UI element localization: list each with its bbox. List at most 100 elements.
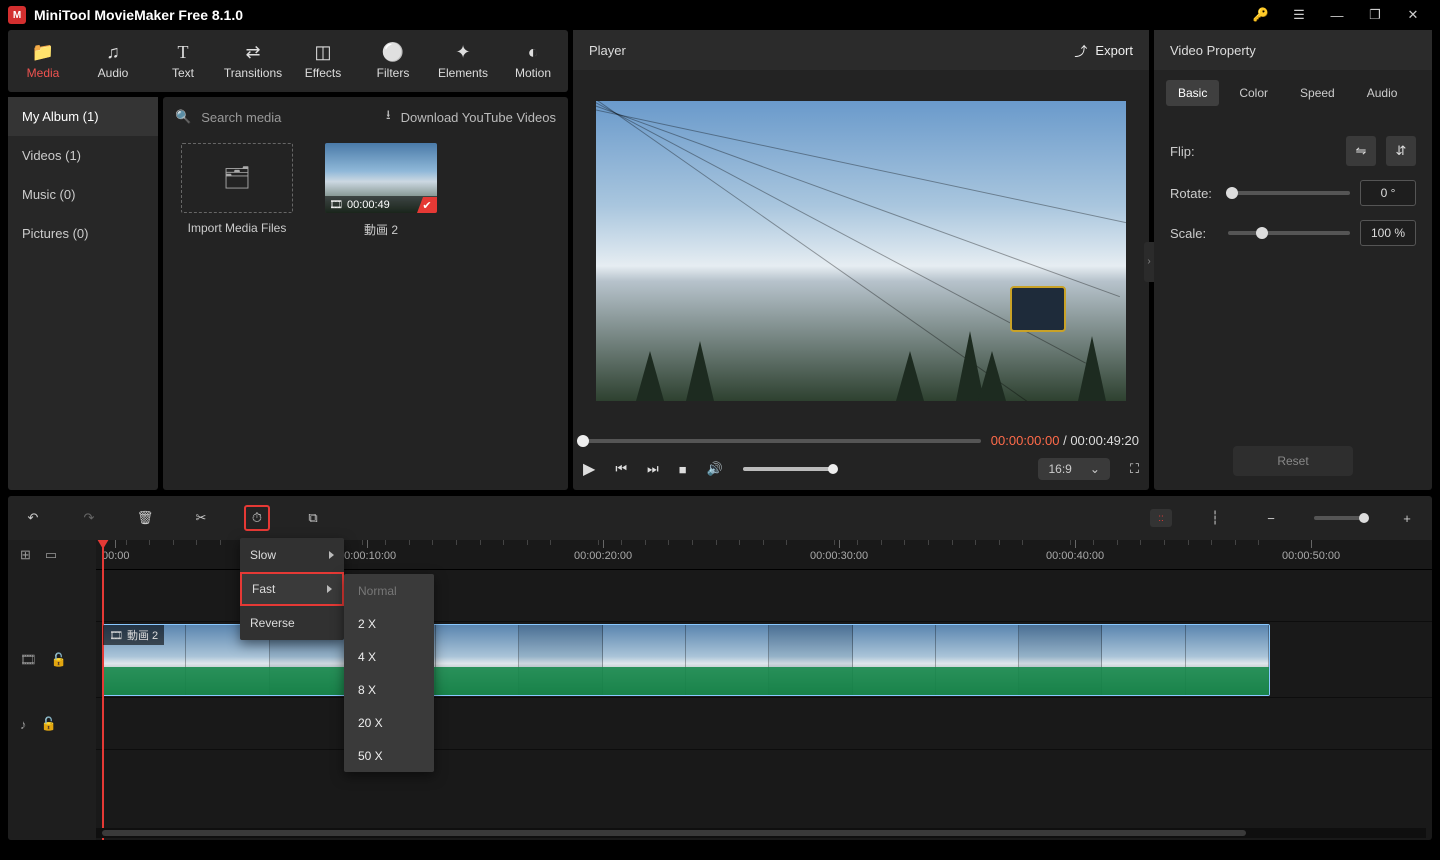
download-icon: ⭳ bbox=[386, 106, 391, 128]
next-frame-button[interactable]: ⏭ bbox=[647, 461, 659, 477]
zoom-out-button[interactable]: − bbox=[1258, 505, 1284, 531]
sidebar-item-pictures[interactable]: Pictures (0) bbox=[8, 214, 158, 253]
redo-button[interactable]: ↷ bbox=[76, 505, 102, 531]
timeline-toolbar: ↶ ↷ 🗑 ✂ ⏱ ⧉ :: ┆ − + bbox=[8, 496, 1432, 540]
export-button[interactable]: ⤴ Export bbox=[1074, 41, 1133, 60]
prop-tab-speed[interactable]: Speed bbox=[1288, 80, 1347, 106]
speed-50x[interactable]: 50 X bbox=[344, 739, 434, 772]
tab-text[interactable]: TText bbox=[148, 30, 218, 92]
speed-fast[interactable]: Fast bbox=[240, 572, 344, 606]
download-youtube-link[interactable]: Download YouTube Videos bbox=[401, 110, 556, 125]
speed-menu: Slow Fast Reverse bbox=[240, 538, 344, 640]
timeline: ↶ ↷ 🗑 ✂ ⏱ ⧉ :: ┆ − + ⊞▭ 🎞🔓 ♪🔓 00:0000:00… bbox=[8, 496, 1432, 840]
menu-icon[interactable]: ☰ bbox=[1280, 0, 1318, 30]
stop-button[interactable]: ■ bbox=[679, 462, 687, 477]
speed-8x[interactable]: 8 X bbox=[344, 673, 434, 706]
volume-slider[interactable] bbox=[743, 467, 833, 471]
chevron-right-icon bbox=[329, 551, 334, 559]
prop-tab-basic[interactable]: Basic bbox=[1166, 80, 1219, 106]
minimize-icon[interactable]: — bbox=[1318, 0, 1356, 30]
add-track-button[interactable]: ⊞ bbox=[20, 547, 31, 563]
sidebar-item-videos[interactable]: Videos (1) bbox=[8, 136, 158, 175]
crop-button[interactable]: ⧉ bbox=[300, 505, 326, 531]
sidebar-item-myalbum[interactable]: My Album (1) bbox=[8, 97, 158, 136]
lock-icon[interactable]: 🔓 bbox=[41, 716, 57, 732]
media-clip[interactable]: 🎞00:00:49 ✔ 動画 2 bbox=[317, 143, 445, 238]
collapse-handle[interactable]: › bbox=[1144, 242, 1154, 282]
marker-button[interactable]: ┆ bbox=[1202, 505, 1228, 531]
playhead[interactable] bbox=[102, 540, 104, 840]
module-tabs: 📁Media ♫Audio TText ⇄Transitions ◫Effect… bbox=[8, 30, 568, 92]
zoom-slider[interactable] bbox=[1314, 516, 1364, 520]
text-icon: T bbox=[178, 42, 189, 62]
h-scrollbar[interactable] bbox=[96, 828, 1426, 838]
rotate-slider[interactable] bbox=[1228, 191, 1350, 195]
speed-submenu: Normal 2 X 4 X 8 X 20 X 50 X bbox=[344, 574, 434, 772]
motion-icon: ◐ bbox=[528, 42, 539, 62]
delete-button[interactable]: 🗑 bbox=[132, 505, 158, 531]
fullscreen-button[interactable]: ⛶ bbox=[1130, 461, 1139, 477]
filters-icon: ⚪ bbox=[382, 42, 404, 62]
clip-waveform bbox=[103, 667, 1269, 695]
split-button[interactable]: ✂ bbox=[188, 505, 214, 531]
search-input[interactable]: Search media bbox=[201, 110, 281, 125]
snap-toggle[interactable]: :: bbox=[1150, 509, 1172, 527]
tab-elements[interactable]: ✦Elements bbox=[428, 30, 498, 92]
speed-slow[interactable]: Slow bbox=[240, 538, 344, 572]
prev-frame-button[interactable]: ⏮ bbox=[615, 461, 627, 477]
volume-icon[interactable]: 🔊 bbox=[707, 461, 723, 477]
titlebar: M MiniTool MovieMaker Free 8.1.0 🔑 ☰ — ❐… bbox=[0, 0, 1440, 30]
player-canvas[interactable] bbox=[596, 101, 1126, 401]
tab-audio[interactable]: ♫Audio bbox=[78, 30, 148, 92]
play-button[interactable]: ▶ bbox=[583, 459, 595, 479]
audio-lane[interactable] bbox=[96, 698, 1432, 750]
timecode: 00:00:00:00 / 00:00:49:20 bbox=[991, 433, 1139, 448]
speed-button[interactable]: ⏱ bbox=[244, 505, 270, 531]
flip-horizontal-button[interactable]: ⇋ bbox=[1346, 136, 1376, 166]
seek-slider[interactable] bbox=[583, 439, 981, 443]
scale-slider[interactable] bbox=[1228, 231, 1350, 235]
properties-title: Video Property bbox=[1170, 43, 1256, 58]
track-list-button[interactable]: ▭ bbox=[45, 547, 57, 563]
reset-button[interactable]: Reset bbox=[1233, 446, 1353, 476]
tab-effects[interactable]: ◫Effects bbox=[288, 30, 358, 92]
rotate-value[interactable]: 0 ° bbox=[1360, 180, 1416, 206]
import-card[interactable]: 🗂 Import Media Files bbox=[173, 143, 301, 235]
scale-label: Scale: bbox=[1170, 226, 1218, 241]
sidebar-item-music[interactable]: Music (0) bbox=[8, 175, 158, 214]
maximize-icon[interactable]: ❐ bbox=[1356, 0, 1394, 30]
video-track-icon: 🎞 bbox=[20, 652, 37, 668]
flip-label: Flip: bbox=[1170, 144, 1218, 159]
folder-plus-icon: 🗂 bbox=[223, 165, 251, 191]
flip-vertical-button[interactable]: ⇵ bbox=[1386, 136, 1416, 166]
aspect-select[interactable]: 16:9⌄ bbox=[1038, 458, 1109, 480]
undo-button[interactable]: ↶ bbox=[20, 505, 46, 531]
export-icon: ⤴ bbox=[1074, 41, 1087, 60]
app-title: MiniTool MovieMaker Free 8.1.0 bbox=[34, 7, 1242, 23]
speed-reverse[interactable]: Reverse bbox=[240, 606, 344, 640]
tab-media[interactable]: 📁Media bbox=[8, 30, 78, 92]
effects-icon: ◫ bbox=[314, 42, 331, 62]
clip-icon: 🎞 bbox=[109, 629, 123, 642]
app-logo: M bbox=[8, 6, 26, 24]
elements-icon: ✦ bbox=[455, 42, 470, 62]
chevron-right-icon bbox=[327, 585, 332, 593]
speed-4x[interactable]: 4 X bbox=[344, 640, 434, 673]
player-title: Player bbox=[589, 43, 626, 58]
music-icon: ♫ bbox=[106, 42, 120, 62]
close-icon[interactable]: ✕ bbox=[1394, 0, 1432, 30]
speed-normal[interactable]: Normal bbox=[344, 574, 434, 607]
tab-transitions[interactable]: ⇄Transitions bbox=[218, 30, 288, 92]
zoom-in-button[interactable]: + bbox=[1394, 505, 1420, 531]
speed-2x[interactable]: 2 X bbox=[344, 607, 434, 640]
chevron-down-icon: ⌄ bbox=[1090, 462, 1100, 476]
rotate-label: Rotate: bbox=[1170, 186, 1218, 201]
prop-tab-color[interactable]: Color bbox=[1227, 80, 1280, 106]
tab-motion[interactable]: ◐Motion bbox=[498, 30, 568, 92]
scale-value[interactable]: 100 % bbox=[1360, 220, 1416, 246]
key-icon[interactable]: 🔑 bbox=[1242, 0, 1280, 30]
tab-filters[interactable]: ⚪Filters bbox=[358, 30, 428, 92]
speed-20x[interactable]: 20 X bbox=[344, 706, 434, 739]
prop-tab-audio[interactable]: Audio bbox=[1355, 80, 1410, 106]
lock-icon[interactable]: 🔓 bbox=[51, 652, 67, 668]
